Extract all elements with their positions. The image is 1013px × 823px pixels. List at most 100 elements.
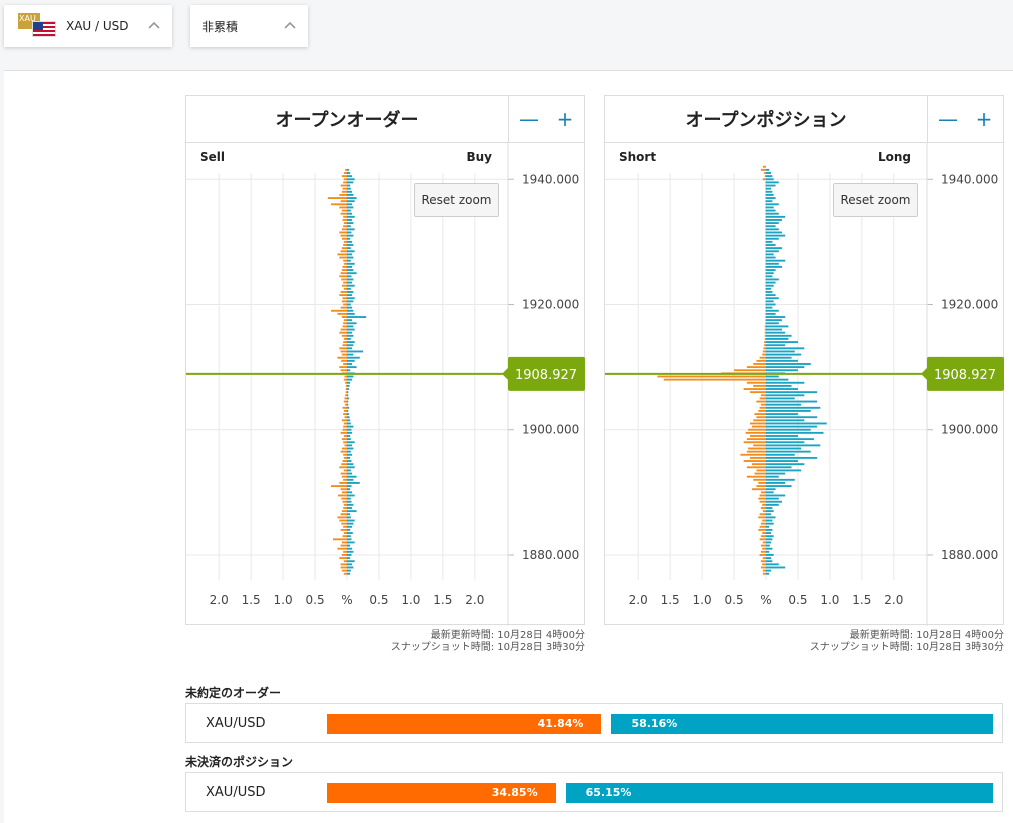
percent-tick-label: 2.0 [629, 593, 648, 607]
sell-bar [341, 569, 347, 572]
sell-bar [343, 400, 347, 403]
buy-bar [347, 403, 349, 406]
buy-bar [766, 438, 814, 441]
sell-bar [345, 384, 347, 387]
buy-bar [347, 485, 352, 488]
sell-bar [753, 419, 766, 422]
sell-bar [339, 256, 347, 259]
chevron-up-icon[interactable] [284, 19, 296, 31]
sell-bar [762, 503, 766, 506]
zoom-out-button[interactable]: — [935, 106, 961, 132]
buy-bar [766, 569, 772, 572]
percent-tick-label: 1.5 [433, 593, 452, 607]
buy-bar [766, 347, 805, 350]
sell-bar [765, 197, 766, 199]
long-label: Long [877, 150, 911, 164]
buy-bar [347, 215, 355, 218]
buy-bar [766, 435, 798, 437]
sell-bar [765, 287, 766, 290]
sell-bar [764, 328, 766, 331]
buy-bar [766, 312, 776, 315]
sell-bar [765, 237, 766, 240]
sell-bar [327, 197, 347, 199]
sell-bar [344, 397, 347, 400]
sell-bar [343, 532, 347, 534]
buy-bar [766, 403, 802, 406]
sell-bar [765, 228, 766, 231]
sell-bar [759, 538, 766, 541]
buy-bar [347, 419, 351, 422]
zoom-in-button[interactable]: + [552, 106, 578, 132]
buy-bar [347, 184, 351, 187]
chevron-up-icon[interactable] [148, 19, 160, 31]
buy-bar [766, 400, 818, 403]
sell-bar [760, 535, 766, 538]
update-times: 最新更新時間: 10月28日 4時00分 スナップショット時間: 10月28日 … [185, 630, 585, 654]
buy-bar [766, 294, 776, 297]
buy-bar [347, 422, 351, 425]
reset-zoom-button[interactable]: Reset zoom [414, 183, 499, 217]
sell-bar [343, 181, 347, 184]
sell-bar [345, 403, 347, 406]
sell-bar [343, 560, 347, 563]
buy-bar [766, 507, 773, 509]
buy-bar [766, 444, 821, 447]
zoom-in-button[interactable]: + [971, 106, 997, 132]
sell-bar [762, 350, 766, 353]
sell-bar [343, 240, 347, 243]
price-tick-label: 1920.000 [522, 297, 579, 311]
buy-bar [347, 409, 349, 412]
sell-bar [765, 200, 766, 203]
sell-bar [765, 303, 766, 306]
buy-bar [347, 566, 354, 569]
percent-tick-label: 1.0 [693, 593, 712, 607]
buy-bar [766, 369, 798, 372]
sell-bar [340, 513, 347, 516]
sell-bar [759, 356, 766, 359]
buy-bar [766, 557, 772, 560]
zoom-controls: — + [927, 96, 1004, 143]
sell-bar [343, 550, 347, 553]
buy-bar [347, 300, 354, 303]
mode-selector[interactable]: 非累積 [190, 5, 308, 47]
sell-bar [342, 406, 347, 409]
buy-bar [347, 231, 352, 234]
sell-bar [339, 275, 347, 278]
sell-bar [343, 337, 347, 340]
sell-bar [331, 485, 347, 488]
reset-zoom-button[interactable]: Reset zoom [833, 183, 918, 217]
buy-bar [347, 375, 354, 378]
sell-bar [341, 228, 347, 231]
sell-bar [765, 294, 766, 297]
buy-bar [766, 406, 821, 409]
buy-bar [766, 528, 773, 531]
buy-bar [766, 203, 779, 206]
long-ratio-bar: 65.15% [565, 783, 993, 803]
buy-bar [766, 538, 773, 541]
buy-bar [347, 259, 351, 262]
buy-bar [347, 560, 355, 563]
sell-bar [759, 554, 766, 556]
sell-bar [343, 262, 347, 265]
buy-bar [766, 200, 773, 203]
sell-bar [341, 541, 347, 544]
buy-bar [766, 231, 782, 234]
sell-bar [764, 341, 766, 344]
sell-bar [344, 444, 347, 447]
buy-bar [766, 265, 782, 268]
sell-bar [764, 334, 766, 337]
current-price-tag-pointer [502, 367, 508, 380]
instrument-selector[interactable]: XAU XAU / USD [4, 5, 172, 47]
current-price-label: 1908.927 [934, 368, 996, 383]
buy-bar [347, 544, 351, 547]
zoom-out-button[interactable]: — [516, 106, 542, 132]
buy-bar [766, 259, 786, 262]
price-tick-label: 1880.000 [941, 548, 998, 562]
buy-bar [766, 278, 779, 281]
sell-bar [743, 388, 766, 390]
sell-bar [332, 538, 347, 541]
sell-bar [340, 291, 347, 293]
sell-bar [754, 413, 766, 416]
buy-bar [347, 563, 353, 566]
sell-bar [337, 547, 347, 550]
